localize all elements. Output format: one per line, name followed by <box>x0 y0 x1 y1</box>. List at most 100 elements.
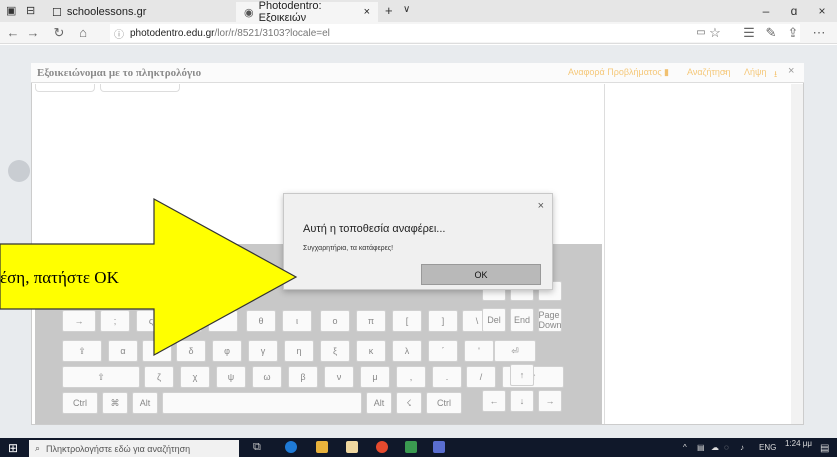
url-host: photodentro.edu.gr <box>130 27 215 39</box>
ctrl-right-key[interactable]: Ctrl <box>426 392 462 414</box>
tab-actions-icon[interactable]: ▣ <box>6 4 16 17</box>
download-link[interactable]: Λήψη <box>744 67 766 77</box>
panel-title: Εξοικειώνομαι με το πληκτρολόγιο <box>37 67 202 79</box>
close-window-button[interactable]: × <box>808 0 836 22</box>
tray-up-chevron-icon[interactable]: ^ <box>683 443 687 452</box>
report-flag-icon: ▮ <box>664 67 669 77</box>
minimize-button[interactable]: – <box>752 0 780 22</box>
arrow-up-key[interactable]: ↑ <box>510 364 534 386</box>
wifi-icon[interactable]: ◌ <box>724 443 729 452</box>
keyboard-key[interactable]: π <box>356 310 386 332</box>
alt-right-key[interactable]: Alt <box>366 392 392 414</box>
new-tab-button[interactable]: + <box>385 3 393 18</box>
panel-tab-stub <box>35 84 95 92</box>
dialog-message: Συγχαρητήρια, τα κατάφερες! <box>303 245 394 252</box>
alt-left-key[interactable]: Alt <box>132 392 158 414</box>
maximize-button[interactable]: ɑ <box>780 0 808 22</box>
onedrive-icon[interactable]: ☁ <box>711 443 719 452</box>
keyboard-key[interactable]: , <box>396 366 426 388</box>
keyboard-key[interactable]: ο <box>320 310 350 332</box>
panel-scrollbar[interactable] <box>791 84 803 424</box>
end-key[interactable]: End <box>510 308 534 332</box>
callout-text: έση, πατήστε OK <box>0 268 119 287</box>
keyboard-key[interactable]: ⇧ <box>62 366 140 388</box>
keyboard-key[interactable]: λ <box>392 340 422 362</box>
keyboard-key[interactable]: ζ <box>144 366 174 388</box>
keyboard-key[interactable]: . <box>432 366 462 388</box>
edge-browser-icon[interactable] <box>285 441 297 453</box>
keyboard-key[interactable]: μ <box>360 366 390 388</box>
home-icon[interactable]: ⌂ <box>72 22 94 44</box>
url-path: /lor/r/8521/3103?locale=el <box>214 27 330 39</box>
taskbar-search-input[interactable]: ⌕ Πληκτρολογήστε εδώ για αναζήτηση <box>29 440 239 457</box>
keyboard-key[interactable]: β <box>288 366 318 388</box>
keyboard-key[interactable]: [ <box>392 310 422 332</box>
tab-label: Photodentro: Εξοικειών <box>258 0 322 24</box>
dialog-title: Αυτή η τοποθεσία αναφέρει... <box>303 223 446 235</box>
ok-button[interactable]: OK <box>421 264 541 285</box>
app-icon[interactable] <box>433 441 445 453</box>
keyboard-key[interactable]: ω <box>252 366 282 388</box>
chrome-icon[interactable] <box>376 441 388 453</box>
arrow-left-key[interactable]: ← <box>482 390 506 412</box>
dialog-close-icon[interactable]: × <box>538 200 544 212</box>
side-avatar <box>8 160 30 182</box>
arrow-right-key[interactable]: → <box>538 390 562 412</box>
search-icon: ⌕ <box>35 443 41 453</box>
keyboard-key[interactable]: ψ <box>216 366 246 388</box>
language-indicator[interactable]: ENG <box>759 443 776 452</box>
keyboard-key[interactable]: χ <box>180 366 210 388</box>
panel-tab-stub <box>100 84 180 92</box>
tab-photodentro[interactable]: ◉ Photodentro: Εξοικειών × <box>236 0 378 24</box>
refresh-icon[interactable]: ↻ <box>48 22 70 44</box>
keyboard-key[interactable]: ν <box>324 366 354 388</box>
arrow-down-key[interactable]: ↓ <box>510 390 534 412</box>
spacebar-key[interactable] <box>162 392 362 414</box>
keyboard-key[interactable]: ΄ <box>428 340 458 362</box>
page-icon: ☐ <box>52 6 62 19</box>
windows-start-icon[interactable]: ⊞ <box>8 441 18 455</box>
address-bar: ← → ↻ ⌂ ⓘ photodentro.edu.gr/lor/r/8521/… <box>0 22 837 44</box>
page-down-key[interactable]: Page Down <box>538 308 562 332</box>
web-note-icon[interactable]: ✎ <box>760 22 782 44</box>
keyboard-key[interactable]: κ <box>356 340 386 362</box>
ctrl-left-key[interactable]: Ctrl <box>62 392 98 414</box>
taskbar: ⊞ ⌕ Πληκτρολογήστε εδώ για αναζήτηση ⧉ ^… <box>0 438 837 457</box>
keyboard-key[interactable]: ' <box>464 340 494 362</box>
back-arrow-icon[interactable]: ← <box>2 22 24 44</box>
more-icon[interactable]: ⋯ <box>808 22 830 44</box>
panel-titlebar: Εξοικειώνομαι με το πληκτρολόγιο Αναφορά… <box>31 63 804 83</box>
tab-label: schoolessons.gr <box>66 6 147 18</box>
search-icon: ⌕ <box>723 67 729 77</box>
info-icon: ⓘ <box>114 29 124 41</box>
share-icon[interactable]: ⇪ <box>782 22 804 44</box>
notifications-icon[interactable]: ▤ <box>820 443 829 454</box>
command-key[interactable]: ⌘ <box>102 392 128 414</box>
keyboard-key[interactable]: / <box>466 366 496 388</box>
clock[interactable]: 1:24 μμ <box>785 439 812 448</box>
keyboard-key[interactable]: ⏎ <box>494 340 536 362</box>
delete-key[interactable]: Del <box>482 308 506 332</box>
close-tab-icon[interactable]: × <box>364 6 370 18</box>
network-icon[interactable]: ▤ <box>697 443 705 452</box>
browser-titlebar: ▣ ⊟ ☐ schoolessons.gr ◉ Photodentro: Εξο… <box>0 0 837 24</box>
search-placeholder: Πληκτρολογήστε εδώ για αναζήτηση <box>46 443 191 454</box>
file-explorer-icon[interactable] <box>316 441 328 453</box>
globe-icon: ◉ <box>244 6 254 19</box>
tab-schoolessons[interactable]: ☐ schoolessons.gr <box>44 2 234 22</box>
favorite-star-icon[interactable]: ☆ <box>704 22 726 44</box>
task-view-icon[interactable]: ⧉ <box>253 441 261 454</box>
tab-menu-chevron-icon[interactable]: ∨ <box>403 4 410 15</box>
keyboard-key[interactable]: ] <box>428 310 458 332</box>
set-aside-tabs-icon[interactable]: ⊟ <box>26 4 35 17</box>
download-icon: ⭳ <box>774 69 778 79</box>
report-problem-link[interactable]: Αναφορά Προβλήματος <box>568 67 662 77</box>
panel-close-icon[interactable]: × <box>788 65 794 77</box>
volume-icon[interactable]: ♪ <box>740 443 744 452</box>
store-icon[interactable] <box>346 441 358 453</box>
favorites-hub-icon[interactable]: ☰ <box>738 22 760 44</box>
forward-arrow-icon[interactable]: → <box>22 22 44 44</box>
app-icon[interactable] <box>405 441 417 453</box>
menu-key[interactable]: ☇ <box>396 392 422 414</box>
keyboard-key[interactable]: ξ <box>320 340 350 362</box>
